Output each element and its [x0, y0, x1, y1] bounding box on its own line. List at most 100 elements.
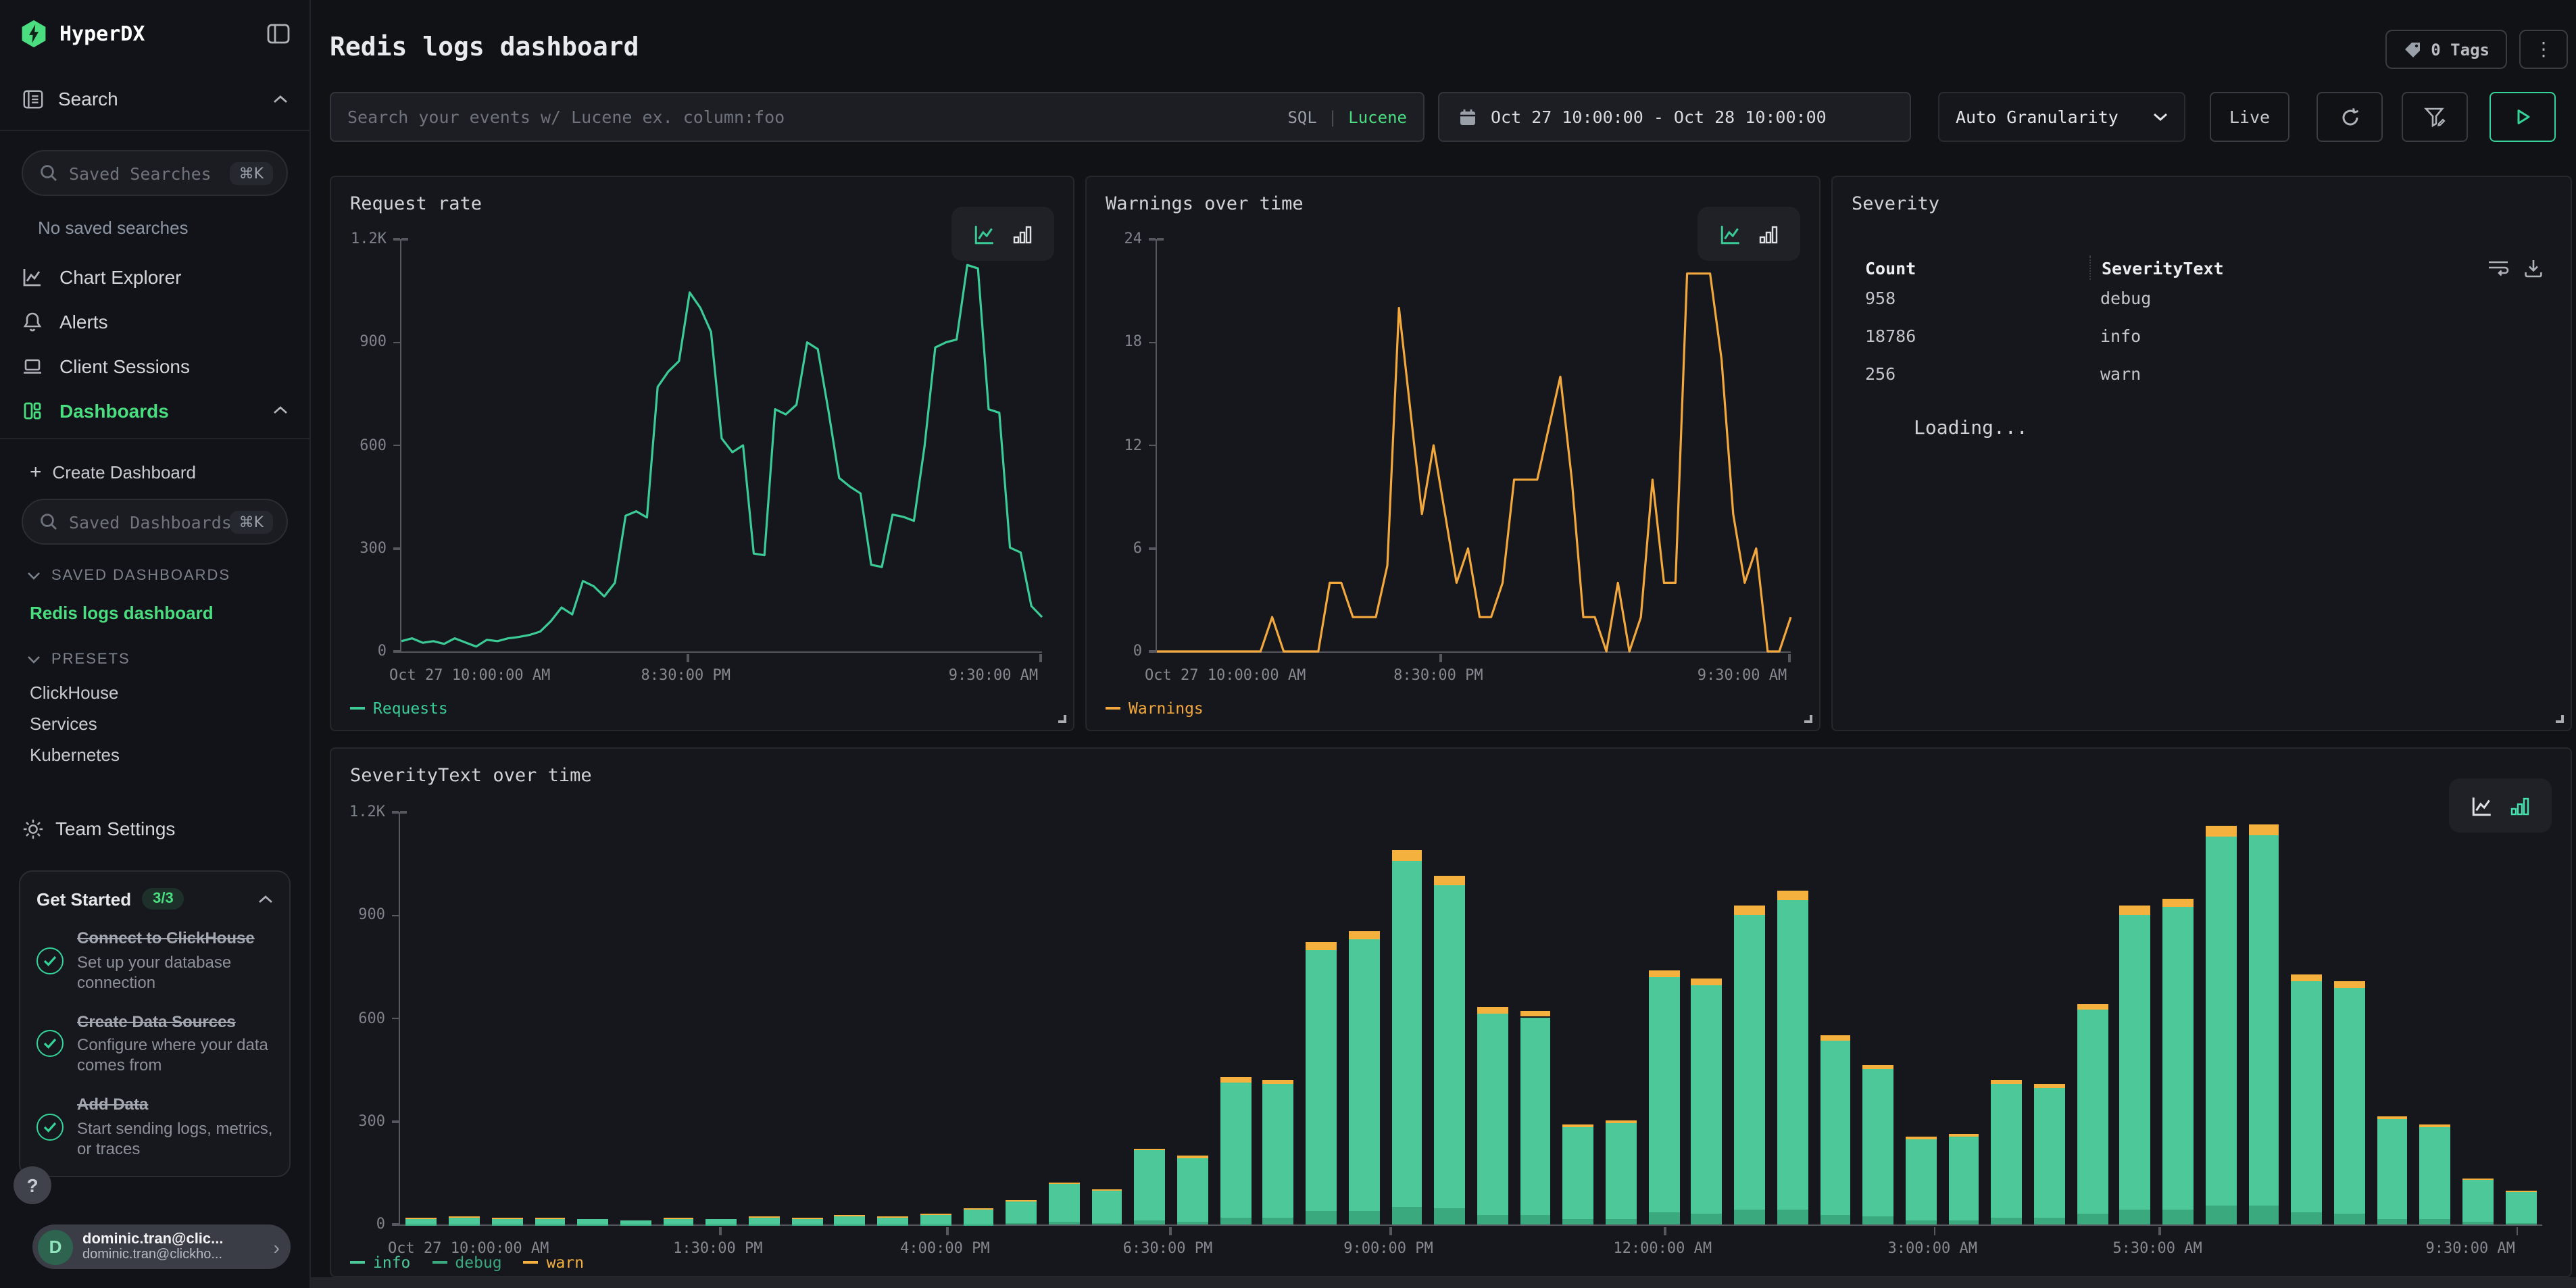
- column-resize-handle[interactable]: [2089, 255, 2091, 280]
- sql-mode-button[interactable]: SQL: [1287, 107, 1316, 126]
- download-icon[interactable]: [2523, 257, 2544, 278]
- legend-label: debug: [455, 1253, 501, 1272]
- tags-button-label: 0 Tags: [2431, 40, 2490, 59]
- create-dashboard-button[interactable]: + Create Dashboard: [30, 455, 288, 488]
- panel-resize-handle[interactable]: [1058, 715, 1066, 723]
- chevron-down-icon: [27, 655, 41, 664]
- line-chart-toggle-icon[interactable]: [1719, 222, 1742, 245]
- tag-icon: [2402, 40, 2421, 59]
- panel-resize-handle[interactable]: [2556, 715, 2564, 723]
- legend-label: Warnings: [1129, 699, 1204, 718]
- bar-chart-toggle-icon[interactable]: [1012, 224, 1033, 244]
- task-title: Connect to ClickHouse: [77, 928, 273, 949]
- sidebar-item-label: Dashboards: [59, 399, 257, 421]
- chart-type-toggle: [1698, 207, 1800, 261]
- sidebar-item-client-sessions[interactable]: Client Sessions: [0, 343, 309, 388]
- cell-count: 256: [1865, 364, 2100, 384]
- table-row[interactable]: 256 warn: [1865, 364, 2544, 384]
- legend-swatch: [1106, 707, 1120, 710]
- chart-type-toggle: [951, 207, 1054, 261]
- refresh-button[interactable]: [2317, 92, 2383, 142]
- user-menu[interactable]: D dominic.tran@clic... dominic.tran@clic…: [32, 1224, 291, 1269]
- column-header-count[interactable]: Count: [1865, 257, 2089, 278]
- bar-chart-toggle-icon[interactable]: [2510, 795, 2530, 816]
- wrap-text-icon[interactable]: [2487, 257, 2510, 278]
- severity-title: Severity: [1852, 193, 1939, 215]
- task-title: Create Data Sources: [77, 1012, 273, 1033]
- calendar-icon: [1458, 107, 1477, 126]
- filter-button[interactable]: [2402, 92, 2468, 142]
- search-icon: [39, 512, 58, 531]
- granularity-select[interactable]: Auto Granularity: [1938, 92, 2185, 142]
- search-icon: [39, 164, 58, 182]
- get-started-item-connect[interactable]: Connect to ClickHouse Set up your databa…: [36, 928, 273, 993]
- user-name: dominic.tran@clic...: [82, 1231, 264, 1247]
- chevron-right-icon: ›: [274, 1236, 280, 1258]
- sidebar-section-search[interactable]: Search: [0, 84, 309, 114]
- sidebar-item-clickhouse[interactable]: ClickHouse: [30, 677, 309, 708]
- cell-count: 18786: [1865, 326, 2100, 346]
- legend-item-debug: debug: [432, 1253, 501, 1272]
- task-desc: Start sending logs, metrics, or traces: [77, 1119, 273, 1160]
- get-started-item-sources[interactable]: Create Data Sources Configure where your…: [36, 1012, 273, 1076]
- saved-dashboards-search[interactable]: ⌘K: [22, 499, 288, 545]
- legend-swatch: [350, 707, 365, 710]
- request-rate-plot: [400, 239, 1042, 653]
- refresh-icon: [2339, 106, 2360, 128]
- sidebar-item-dashboards[interactable]: Dashboards: [0, 388, 309, 432]
- dashboards-icon: [22, 399, 43, 421]
- saved-dashboards-group-toggle[interactable]: SAVED DASHBOARDS: [27, 564, 288, 588]
- get-started-progress-badge: 3/3: [142, 888, 184, 910]
- saved-searches-search[interactable]: ⌘K: [22, 150, 288, 196]
- panel-severity-over-time: SeverityText over time 1.2K9006003000 Oc…: [330, 747, 2572, 1277]
- sidebar-collapse-button[interactable]: [266, 22, 291, 46]
- sidebar-item-kubernetes[interactable]: Kubernetes: [30, 739, 309, 770]
- main-content: Redis logs dashboard 0 Tags ⋮ SQL | Luce…: [311, 0, 2576, 1288]
- cell-severity: warn: [2100, 364, 2141, 384]
- brand-title: HyperDX: [59, 22, 255, 46]
- panel-resize-handle[interactable]: [1804, 715, 1812, 723]
- table-row[interactable]: 18786 info: [1865, 326, 2544, 346]
- chevron-up-icon: [273, 405, 288, 415]
- column-header-severitytext[interactable]: SeverityText: [2102, 257, 2487, 278]
- get-started-title: Get Started: [36, 889, 131, 909]
- line-chart-toggle-icon[interactable]: [2471, 794, 2494, 817]
- event-search: SQL | Lucene: [330, 92, 1425, 142]
- panel-warnings: Warnings over time 24181260 Oct 27 10:00…: [1085, 176, 1820, 731]
- legend-label: warn: [547, 1253, 584, 1272]
- sidebar-item-alerts[interactable]: Alerts: [0, 299, 309, 343]
- horizontal-scrollbar[interactable]: [311, 1277, 2576, 1288]
- tags-button[interactable]: 0 Tags: [2385, 30, 2507, 69]
- dashboard-menu-button[interactable]: ⋮: [2519, 30, 2568, 69]
- logo-row: HyperDX: [0, 0, 309, 49]
- event-search-input[interactable]: [331, 107, 1287, 127]
- lucene-mode-button[interactable]: Lucene: [1348, 107, 1407, 126]
- line-chart-toggle-icon[interactable]: [973, 222, 996, 245]
- run-query-button[interactable]: [2490, 92, 2556, 142]
- bar-chart-toggle-icon[interactable]: [1758, 224, 1779, 244]
- play-icon: [2514, 108, 2531, 126]
- sidebar-item-team-settings[interactable]: Team Settings: [22, 808, 288, 849]
- sidebar-item-chart-explorer[interactable]: Chart Explorer: [0, 254, 309, 299]
- table-row[interactable]: 958 debug: [1865, 288, 2544, 308]
- chevron-down-icon: [2153, 112, 2168, 122]
- time-range-picker[interactable]: Oct 27 10:00:00 - Oct 28 10:00:00: [1438, 92, 1911, 142]
- gear-icon: [22, 817, 45, 840]
- severity-table-header: Count SeverityText: [1865, 255, 2544, 280]
- sidebar-item-redis-dashboard[interactable]: Redis logs dashboard: [30, 596, 309, 628]
- group-label: SAVED DASHBOARDS: [51, 568, 230, 584]
- y-axis: 24181260: [1087, 239, 1156, 653]
- sidebar-collapse-icon: [266, 22, 291, 46]
- sidebar-item-services[interactable]: Services: [30, 708, 309, 739]
- check-circle-icon: [36, 1114, 64, 1141]
- panel-severity: Severity Count SeverityText 958 debug: [1831, 176, 2572, 731]
- presets-group-toggle[interactable]: PRESETS: [27, 647, 288, 672]
- sidebar-item-label: Chart Explorer: [59, 266, 288, 287]
- help-button[interactable]: ?: [14, 1166, 51, 1204]
- chart-title: Request rate: [350, 193, 482, 215]
- chevron-up-icon[interactable]: [258, 894, 273, 903]
- saved-searches-input[interactable]: [69, 163, 230, 183]
- get-started-item-add-data[interactable]: Add Data Start sending logs, metrics, or…: [36, 1095, 273, 1159]
- saved-dashboards-input[interactable]: [69, 512, 230, 532]
- live-button[interactable]: Live: [2210, 92, 2289, 142]
